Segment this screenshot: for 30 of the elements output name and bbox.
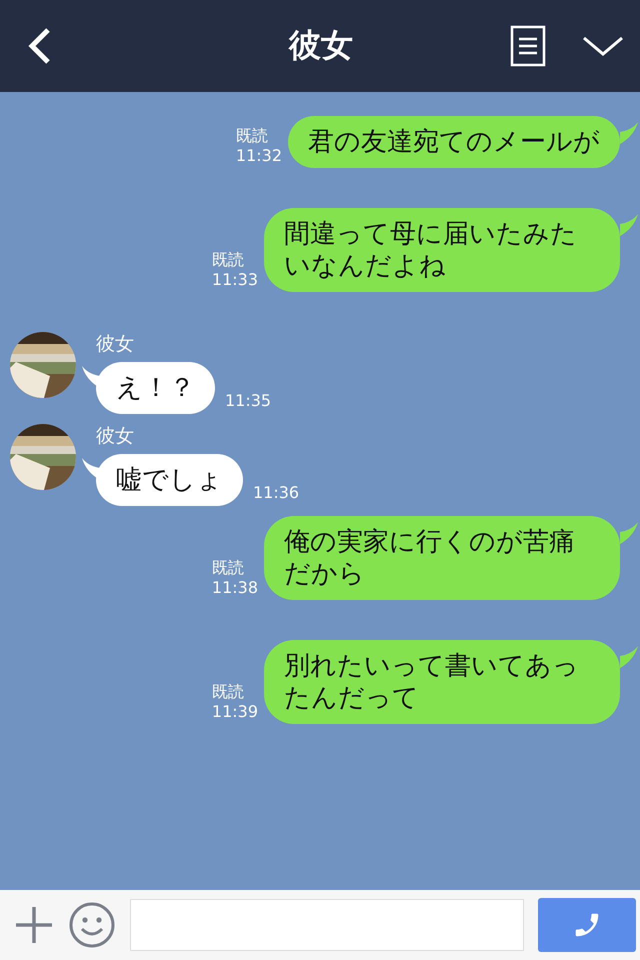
message-time: 11:35 [225, 391, 272, 410]
message-time: 11:32 [236, 146, 282, 166]
read-receipt: 既読 [212, 250, 245, 270]
message-bubble: 俺の実家に行くのが苦痛だから [264, 516, 620, 600]
call-button[interactable] [538, 898, 636, 952]
bubble-tail [620, 214, 638, 236]
bubble-tail [620, 122, 638, 144]
smiley-icon[interactable] [68, 901, 116, 949]
bubble-tail [620, 522, 638, 544]
sender-name: 彼女 [96, 332, 135, 356]
read-receipt: 既読 [236, 126, 269, 146]
read-receipt: 既読 [212, 558, 245, 578]
back-icon[interactable] [26, 26, 52, 66]
message-bubble: 君の友達宛てのメールが [288, 116, 620, 168]
message-field[interactable] [130, 899, 524, 951]
message-time: 11:36 [253, 483, 300, 502]
menu-icon[interactable] [510, 25, 546, 67]
sender-name: 彼女 [96, 424, 135, 448]
message-time: 11:33 [212, 270, 258, 290]
message-bubble: え！？ [96, 362, 215, 414]
message-bubble: 間違って母に届いたみたいなんだよね [264, 208, 620, 292]
message-bubble: 嘘でしょ [96, 454, 243, 506]
read-receipt: 既読 [212, 682, 245, 702]
chat-title: 彼女 [287, 25, 354, 66]
message-time: 11:38 [212, 578, 258, 598]
plus-icon[interactable] [14, 905, 54, 945]
message-bubble: 別れたいって書いてあったんだって [264, 640, 620, 724]
message-time: 11:39 [212, 702, 258, 722]
bubble-tail [620, 646, 638, 668]
chevron-down-icon[interactable] [582, 34, 624, 58]
